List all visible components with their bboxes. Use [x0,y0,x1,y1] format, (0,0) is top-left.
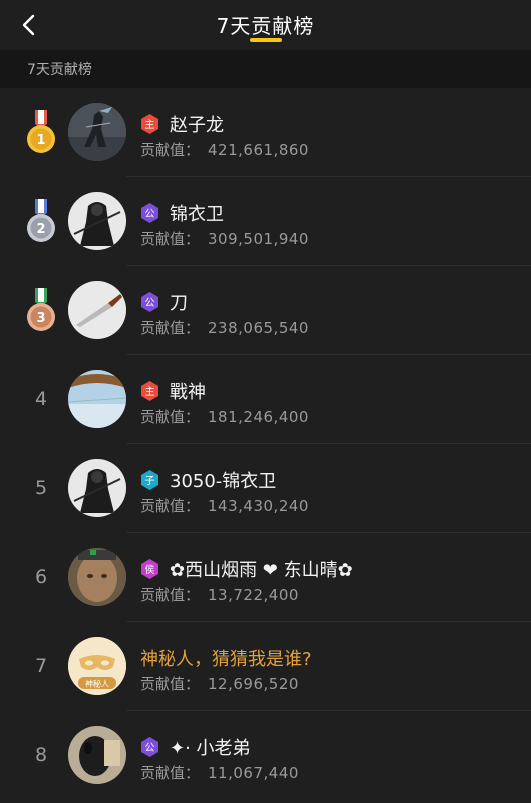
score-value: 238,065,540 [208,319,309,337]
top-bar: 7天贡献榜 [0,0,531,50]
ranking-row[interactable]: 8 公 ✦· 小老弟 贡献值： 11,067,440 [0,711,531,800]
svg-text:侯: 侯 [145,563,155,576]
contribution-score: 贡献值： 13,722,400 [140,584,299,605]
contribution-score: 贡献值： 309,501,940 [140,228,309,249]
user-name: 锦衣卫 [170,204,224,225]
score-value: 13,722,400 [208,586,299,604]
svg-text:3: 3 [36,311,45,326]
rank-number: 5 [34,477,48,499]
avatar[interactable] [68,281,126,339]
ranking-row[interactable]: 4 主 戰神 贡献值： 181,246,400 [0,355,531,444]
score-label: 贡献值： [140,319,201,337]
user-name: 神秘人，猜猜我是谁? [140,649,312,670]
svg-text:2: 2 [36,222,45,237]
svg-text:1: 1 [36,133,45,148]
avatar[interactable] [68,548,126,606]
ranking-row[interactable]: 6 侯 ✿西山烟雨 ❤ 东山晴✿ 贡献值： 13,722,400 [0,533,531,622]
score-label: 贡献值： [140,586,201,604]
score-value: 309,501,940 [208,230,309,248]
rank-badge-icon: 子 [141,470,158,490]
score-label: 贡献值： [140,764,201,782]
contribution-score: 贡献值： 238,065,540 [140,317,309,338]
ranking-list: 1 主 赵子龙 贡献值： 421,661,860 2 公 锦衣卫 贡献值： 30… [0,88,531,800]
score-label: 贡献值： [140,230,201,248]
silver-medal-icon: 2 [27,199,55,242]
contribution-score: 贡献值： 11,067,440 [140,762,299,783]
score-value: 181,246,400 [208,408,309,426]
user-name: 3050-锦衣卫 [170,471,277,492]
rank-badge-icon: 公 [141,737,158,757]
score-value: 143,430,240 [208,497,309,515]
score-value: 421,661,860 [208,141,309,159]
ranking-row[interactable]: 1 主 赵子龙 贡献值： 421,661,860 [0,88,531,177]
rank-number: 4 [34,388,48,410]
contribution-score: 贡献值： 143,430,240 [140,495,309,516]
svg-text:公: 公 [145,743,155,754]
svg-text:公: 公 [145,209,155,220]
svg-text:主: 主 [145,386,155,398]
svg-text:子: 子 [145,475,155,487]
user-name: 刀 [170,293,188,314]
page-title: 7天贡献榜 [216,14,315,38]
mystery-avatar[interactable]: 神秘人 [68,637,126,695]
user-name: ✦· 小老弟 [170,738,251,759]
ranking-row[interactable]: 7 神秘人 神秘人，猜猜我是谁? 贡献值： 12,696,520 [0,622,531,711]
rank-number: 7 [34,655,48,677]
rank-number: 8 [34,744,48,766]
rank-badge-icon: 公 [141,292,158,312]
rank-number: 6 [34,566,48,588]
avatar[interactable] [68,192,126,250]
avatar[interactable] [68,726,126,784]
avatar[interactable] [68,103,126,161]
contribution-score: 贡献值： 181,246,400 [140,406,309,427]
score-value: 11,067,440 [208,764,299,782]
user-name: ✿西山烟雨 ❤ 东山晴✿ [170,560,353,581]
ranking-row[interactable]: 3 公 刀 贡献值： 238,065,540 [0,266,531,355]
score-label: 贡献值： [140,675,201,693]
user-name: 赵子龙 [170,115,224,136]
contribution-score: 贡献值： 421,661,860 [140,139,309,160]
gold-medal-icon: 1 [27,110,55,153]
ranking-row[interactable]: 5 子 3050-锦衣卫 贡献值： 143,430,240 [0,444,531,533]
score-label: 贡献值： [140,408,201,426]
score-value: 12,696,520 [208,675,299,693]
score-label: 贡献值： [140,141,201,159]
avatar[interactable] [68,459,126,517]
user-name: 戰神 [170,382,206,403]
svg-text:公: 公 [145,298,155,309]
rank-badge-icon: 主 [141,114,158,134]
title-underline [250,38,282,42]
rank-badge-icon: 主 [141,381,158,401]
avatar[interactable] [68,370,126,428]
bronze-medal-icon: 3 [27,288,55,331]
contribution-score: 贡献值： 12,696,520 [140,673,299,694]
rank-badge-icon: 公 [141,203,158,223]
avatar-caption: 神秘人 [85,679,109,689]
ranking-row[interactable]: 2 公 锦衣卫 贡献值： 309,501,940 [0,177,531,266]
section-header: 7天贡献榜 [0,50,531,88]
svg-text:主: 主 [145,119,155,131]
score-label: 贡献值： [140,497,201,515]
rank-badge-icon: 侯 [141,559,158,579]
